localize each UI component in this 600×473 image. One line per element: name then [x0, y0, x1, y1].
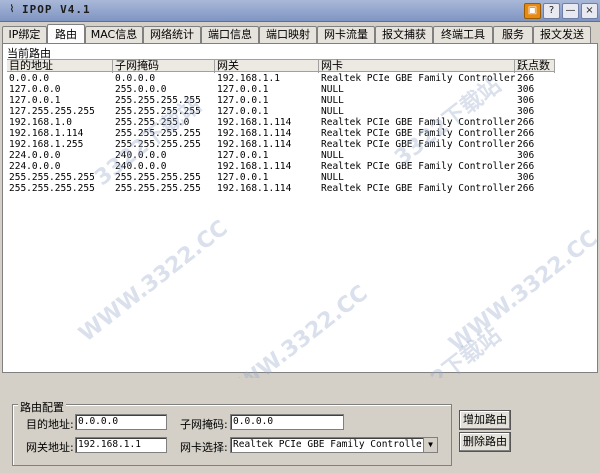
cell-metric: 306 [517, 95, 535, 106]
close-button[interactable]: × [581, 3, 598, 19]
table-row[interactable]: 255.255.255.255 255.255.255.255 192.168.… [7, 183, 555, 194]
tab-ip-binding[interactable]: IP绑定 [2, 26, 47, 44]
route-table-header: 目的地址 子网掩码 网关 网卡 跃点数 [7, 59, 555, 73]
cell-metric: 266 [517, 139, 535, 150]
table-row[interactable]: 255.255.255.255 255.255.255.255 127.0.0.… [7, 172, 555, 183]
cell-destination: 192.168.1.255 [9, 139, 84, 150]
cell-gateway: 192.168.1.1 [217, 73, 280, 84]
title-bar: ⌇ IPOP V4.1 ▣ ? — × [0, 0, 600, 22]
dest-address-input[interactable]: 0.0.0.0 [75, 414, 167, 430]
cell-netmask: 255.255.255.255 [115, 183, 201, 194]
cell-metric: 306 [517, 84, 535, 95]
route-config-area: 路由配置 目的地址: 0.0.0.0 子网掩码: 0.0.0.0 网关地址: 1… [2, 378, 598, 471]
gateway-address-label: 网关地址: [26, 441, 74, 454]
cell-gateway: 127.0.0.1 [217, 84, 269, 95]
cell-metric: 266 [517, 73, 535, 84]
tab-nic-traffic[interactable]: 网卡流量 [317, 26, 375, 44]
table-row[interactable]: 192.168.1.114 255.255.255.255 192.168.1.… [7, 128, 555, 139]
cell-gateway: 192.168.1.114 [217, 139, 292, 150]
cell-destination: 0.0.0.0 [9, 73, 50, 84]
window-title: IPOP V4.1 [22, 3, 91, 16]
antenna-icon: ⌇ [9, 4, 15, 15]
cell-gateway: 192.168.1.114 [217, 128, 292, 139]
menu-icon[interactable]: ▣ [524, 3, 541, 19]
cell-gateway: 127.0.0.1 [217, 95, 269, 106]
cell-gateway: 127.0.0.1 [217, 106, 269, 117]
cell-destination: 255.255.255.255 [9, 183, 95, 194]
nic-select[interactable]: Realtek PCIe GBE Family Controller ▼ [230, 437, 438, 453]
cell-metric: 306 [517, 150, 535, 161]
tab-terminal-tools[interactable]: 终端工具 [433, 26, 493, 44]
dest-address-label: 目的地址: [26, 418, 74, 431]
cell-destination: 224.0.0.0 [9, 150, 61, 161]
cell-nic: NULL [321, 95, 344, 106]
cell-metric: 266 [517, 183, 535, 194]
cell-destination: 224.0.0.0 [9, 161, 61, 172]
tab-routing[interactable]: 路由 [47, 24, 85, 44]
route-config-legend: 路由配置 [18, 399, 66, 415]
tab-port-mapping[interactable]: 端口映射 [259, 26, 317, 44]
cell-destination: 127.0.0.0 [9, 84, 61, 95]
cell-gateway: 192.168.1.114 [217, 117, 292, 128]
cell-netmask: 255.0.0.0 [115, 84, 167, 95]
minimize-button[interactable]: — [562, 3, 579, 19]
tab-port-info[interactable]: 端口信息 [201, 26, 259, 44]
cell-destination: 127.255.255.255 [9, 106, 95, 117]
cell-destination: 192.168.1.114 [9, 128, 84, 139]
cell-metric: 306 [517, 106, 535, 117]
delete-route-button[interactable]: 删除路由 [459, 432, 511, 452]
column-header-metric[interactable]: 跃点数 [515, 60, 555, 73]
netmask-label: 子网掩码: [180, 418, 228, 431]
cell-gateway: 192.168.1.114 [217, 161, 292, 172]
netmask-input[interactable]: 0.0.0.0 [230, 414, 344, 430]
gateway-address-input[interactable]: 192.168.1.1 [75, 437, 167, 453]
cell-nic: Realtek PCIe GBE Family Controller [321, 183, 516, 194]
table-row[interactable]: 192.168.1.255 255.255.255.255 192.168.1.… [7, 139, 555, 150]
column-header-destination[interactable]: 目的地址 [7, 60, 113, 73]
tab-packet-send[interactable]: 报文发送 [533, 26, 591, 44]
cell-nic: NULL [321, 84, 344, 95]
tab-services[interactable]: 服务 [493, 26, 533, 44]
nic-select-label: 网卡选择: [180, 441, 228, 454]
cell-nic: NULL [321, 106, 344, 117]
cell-nic: NULL [321, 172, 344, 183]
tab-packet-capture[interactable]: 报文捕获 [375, 26, 433, 44]
chevron-down-icon[interactable]: ▼ [423, 438, 437, 452]
routes-panel: 当前路由 目的地址 子网掩码 网关 网卡 跃点数 0.0.0.0 0.0.0.0… [2, 43, 600, 421]
column-header-netmask[interactable]: 子网掩码 [113, 60, 215, 73]
cell-gateway: 192.168.1.114 [217, 183, 292, 194]
column-header-gateway[interactable]: 网关 [215, 60, 319, 73]
cell-nic: NULL [321, 150, 344, 161]
cell-destination: 127.0.0.1 [9, 95, 61, 106]
add-route-button[interactable]: 增加路由 [459, 410, 511, 430]
cell-metric: 266 [517, 128, 535, 139]
cell-metric: 306 [517, 172, 535, 183]
tab-network-stats[interactable]: 网络统计 [143, 26, 201, 44]
cell-netmask: 0.0.0.0 [115, 73, 156, 84]
tab-mac-info[interactable]: MAC信息 [85, 26, 143, 44]
cell-destination: 192.168.1.0 [9, 117, 72, 128]
table-row[interactable]: 224.0.0.0 240.0.0.0 127.0.0.1 NULL 306 [7, 150, 555, 161]
cell-gateway: 127.0.0.1 [217, 172, 269, 183]
cell-metric: 266 [517, 117, 535, 128]
cell-gateway: 127.0.0.1 [217, 150, 269, 161]
nic-select-value: Realtek PCIe GBE Family Controller [233, 439, 428, 450]
cell-destination: 255.255.255.255 [9, 172, 95, 183]
tab-bar: IP绑定 路由 MAC信息 网络统计 端口信息 端口映射 网卡流量 报文捕获 终… [2, 24, 600, 44]
cell-metric: 266 [517, 161, 535, 172]
cell-nic: Realtek PCIe GBE Family Controller [321, 161, 516, 172]
help-button[interactable]: ? [543, 3, 560, 19]
